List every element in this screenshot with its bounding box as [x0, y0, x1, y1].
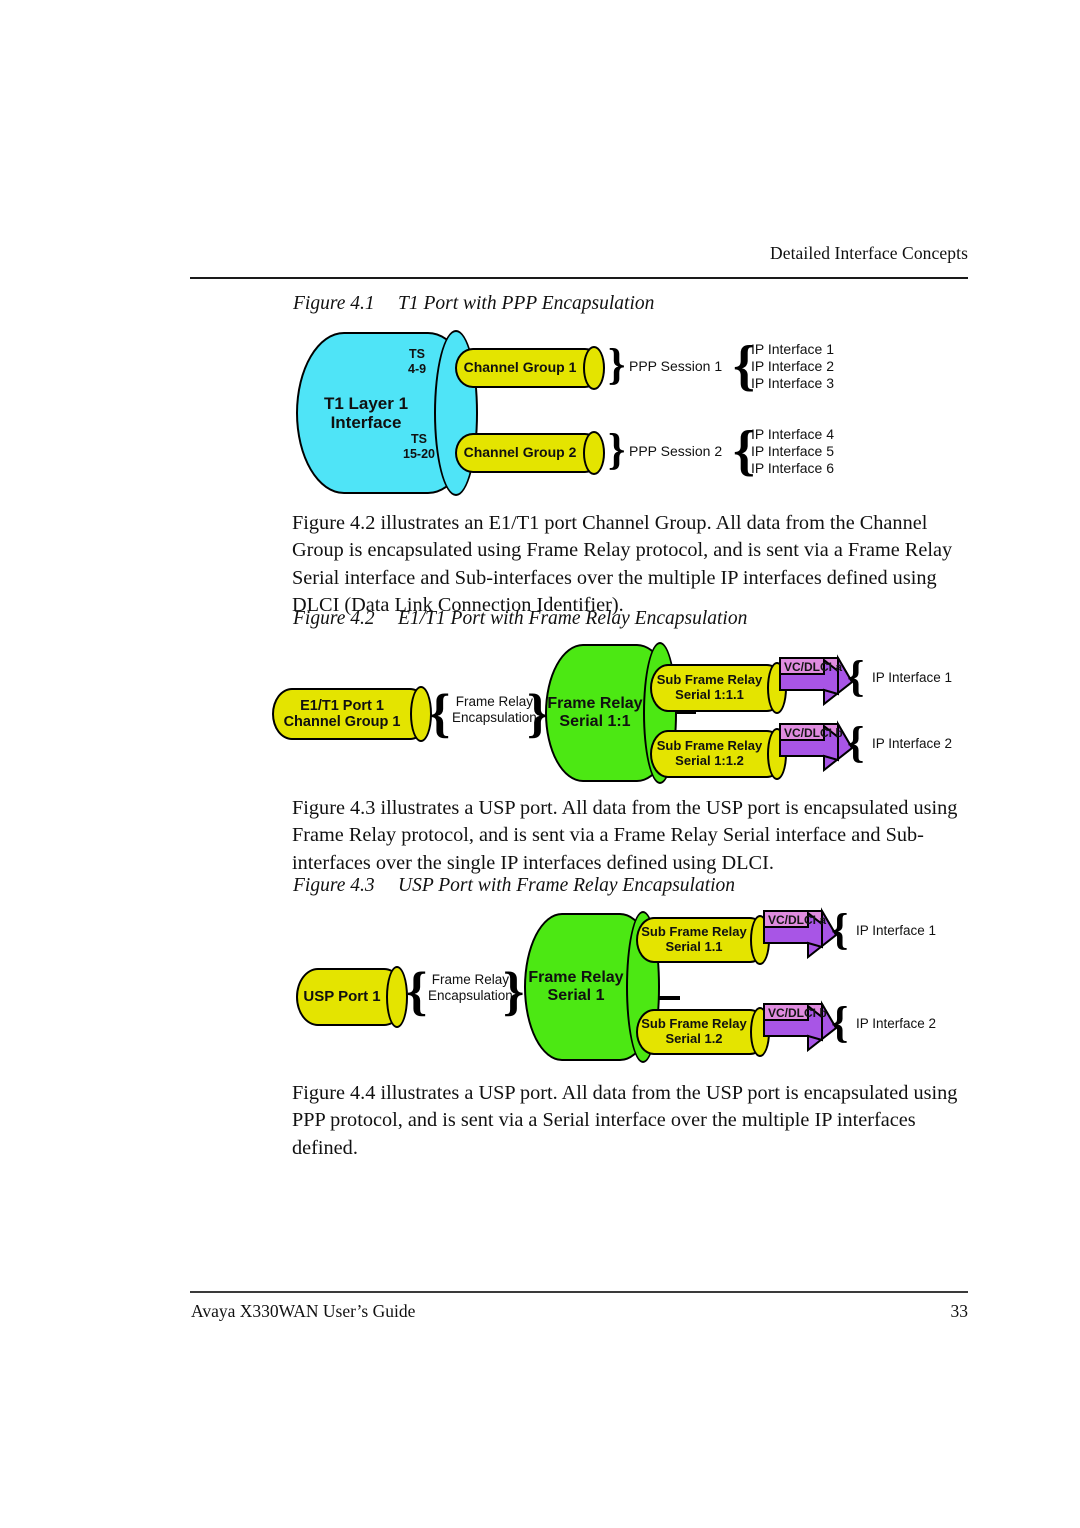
- vc-dlci-a-arrow-icon: VC/DLCI a: [776, 650, 858, 712]
- sub-frame-relay-1-1-shell: [636, 917, 768, 963]
- fig3-ip-interface-1-label: IP Interface 1: [856, 923, 937, 938]
- fig3-vc-dlci-a-arrow-icon: VC/DLCI a: [760, 903, 842, 965]
- fig3-ip-interface-2-label: IP Interface 2: [856, 1016, 937, 1031]
- footer-page-number: 33: [950, 1301, 969, 1321]
- usp-port-cap: [386, 966, 408, 1028]
- fig3-encapsulation-line1: Frame Relay: [431, 972, 510, 987]
- channel-group-1-cylinder: Channel Group 1: [455, 346, 605, 390]
- fig3-encapsulation-label: Frame Relay Encapsulation: [428, 972, 513, 1005]
- fig2-ip-interface-2-label: IP Interface 2: [872, 736, 953, 751]
- fig2-encapsulation-line2: Encapsulation: [452, 710, 537, 726]
- timeslot-label-1-line2: 4-9: [408, 362, 427, 377]
- fig2-ip-interface-1-label: IP Interface 1: [872, 670, 953, 685]
- usp-port-1-cylinder: USP Port 1: [296, 966, 408, 1028]
- timeslot-label-2-line2: 15-20: [403, 447, 435, 462]
- timeslot-label-1-line1: TS: [409, 347, 426, 361]
- vc-dlci-b-arrow-icon: VC/DLCI b: [776, 716, 858, 778]
- fig3-encapsulation-right-brace-icon: }: [503, 961, 525, 1021]
- document-page: Detailed Interface Concepts Figure 4.1 T1…: [0, 0, 1080, 1528]
- sub-frame-relay-1-1-cylinder: Sub Frame Relay Serial 1.1: [636, 915, 770, 965]
- sub-frame-relay-1-1-2-cylinder: Sub Frame Relay Serial 1:1.2: [650, 728, 787, 780]
- e1t1-port-1-cylinder: E1/T1 Port 1 Channel Group 1: [272, 686, 432, 742]
- fig2-encapsulation-line1: Frame Relay: [455, 694, 534, 709]
- sub-frame-relay-2-shell: [650, 730, 785, 778]
- fig3-ip-interface-1-brace-icon: {: [831, 905, 849, 954]
- channel-group-1-cap: [583, 346, 605, 390]
- fig2-encapsulation-label: Frame Relay Encapsulation: [452, 694, 537, 727]
- timeslot-label-2-line1: TS: [411, 432, 427, 446]
- channel-group-2-cylinder: Channel Group 2: [455, 431, 605, 475]
- fig2-encapsulation-left-brace-icon: {: [429, 683, 451, 743]
- sub-frame-relay-1-1-1-cylinder: Sub Frame Relay Serial 1:1.1: [650, 662, 787, 714]
- fig3-ip-interface-2-brace-icon: {: [831, 998, 849, 1047]
- footer-rule: [190, 1291, 968, 1293]
- channel-group-2-shell: [455, 433, 603, 473]
- sub-frame-relay-1-2-shell: [636, 1009, 768, 1055]
- fig2-ip-interface-1-brace-icon: {: [847, 652, 865, 701]
- sub-frame-relay-1-2-cylinder: Sub Frame Relay Serial 1.2: [636, 1007, 770, 1057]
- timeslot-label-2: TS 15-20: [403, 432, 435, 463]
- figure-4-3-diagram: USP Port 1 { Frame Relay Encapsulation }…: [0, 0, 1080, 1528]
- paragraph-figure-4-4-intro: Figure 4.4 illustrates a USP port. All d…: [292, 1082, 958, 1159]
- channel-group-2-cap: [583, 431, 605, 475]
- fig3-encapsulation-left-brace-icon: {: [406, 961, 428, 1021]
- timeslot-label-1: TS 4-9: [408, 347, 426, 378]
- fig2-ip-interface-2-brace-icon: {: [847, 718, 865, 767]
- channel-group-1-shell: [455, 348, 603, 388]
- fig3-encapsulation-line2: Encapsulation: [428, 988, 513, 1004]
- fig2-encapsulation-right-brace-icon: }: [527, 683, 549, 743]
- t1-layer1-interface-cylinder: T1 Layer 1 Interface: [296, 330, 478, 496]
- fig3-vc-dlci-b-arrow-icon: VC/DLCI b: [760, 996, 842, 1058]
- sub-frame-relay-1-shell: [650, 664, 785, 712]
- e1t1-port-shell: [272, 688, 430, 740]
